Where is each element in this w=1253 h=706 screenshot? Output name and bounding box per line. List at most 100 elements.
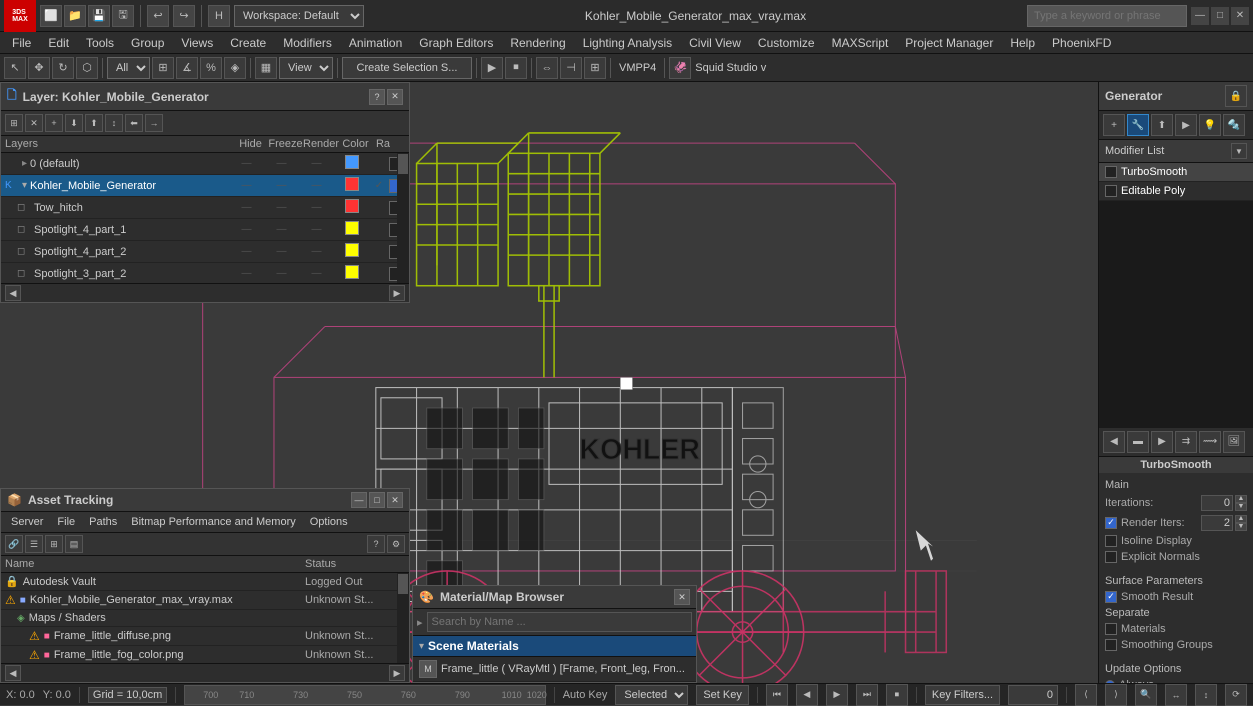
asset-scrollbar[interactable] <box>397 573 409 663</box>
asset-minimize-btn[interactable]: — <box>351 492 367 508</box>
snap-toggle[interactable]: ⊞ <box>152 57 174 79</box>
material-close-btn[interactable]: ✕ <box>674 589 690 605</box>
render-iters-up-btn[interactable]: ▲ <box>1235 515 1247 523</box>
maximize-btn[interactable]: □ <box>1211 7 1229 25</box>
layer-scroll-left[interactable]: ◀ <box>5 285 21 301</box>
menu-civil-view[interactable]: Civil View <box>681 34 749 52</box>
set-key-btn[interactable]: Set Key <box>696 685 749 705</box>
menu-lighting[interactable]: Lighting Analysis <box>575 34 680 52</box>
rp-tab-create[interactable]: + <box>1103 114 1125 136</box>
view-dropdown[interactable]: View <box>279 57 333 79</box>
menu-modifiers[interactable]: Modifiers <box>275 34 340 52</box>
render-iters-input[interactable] <box>1201 515 1233 531</box>
undo-btn[interactable]: ↩ <box>147 5 169 27</box>
stop-anim-btn[interactable]: ⏹ <box>505 57 527 79</box>
isoline-checkbox[interactable] <box>1105 535 1117 547</box>
menu-group[interactable]: Group <box>123 34 172 52</box>
percent-snap[interactable]: % <box>200 57 222 79</box>
timeline[interactable]: 700 710 730 750 760 790 1010 1020 <box>184 685 545 705</box>
asset-scrollbar-thumb[interactable] <box>398 574 408 594</box>
modifier-item-editablepoly[interactable]: Editable Poly <box>1099 182 1253 201</box>
layer-scroll-right[interactable]: ▶ <box>389 285 405 301</box>
asset-tb-3[interactable]: ⊞ <box>45 535 63 553</box>
move-tool[interactable]: ✥ <box>28 57 50 79</box>
menu-tools[interactable]: Tools <box>78 34 122 52</box>
angle-snap[interactable]: ∡ <box>176 57 198 79</box>
asset-row-kohler-file[interactable]: ⚠ ■ Kohler_Mobile_Generator_max_vray.max… <box>1 591 409 610</box>
asset-menu-server[interactable]: Server <box>5 514 49 530</box>
rp-mod-icon-2[interactable]: ▬ <box>1127 431 1149 453</box>
menu-phoenixfd[interactable]: PhoenixFD <box>1044 34 1119 52</box>
rp-mod-icon-3[interactable]: ▶ <box>1151 431 1173 453</box>
asset-tb-6[interactable]: ⚙ <box>387 535 405 553</box>
open-btn[interactable]: 📁 <box>64 5 86 27</box>
layer-tool-5[interactable]: ⬆ <box>85 114 103 132</box>
materials-checkbox[interactable] <box>1105 623 1117 635</box>
layer-row-default[interactable]: ▸ 0 (default) — — — <box>1 153 409 175</box>
minimize-btn[interactable]: — <box>1191 7 1209 25</box>
filter-dropdown[interactable]: All <box>107 57 150 79</box>
rp-tab-modify[interactable]: 🔧 <box>1127 114 1149 136</box>
search-input[interactable] <box>1027 5 1187 27</box>
menu-graph-editors[interactable]: Graph Editors <box>411 34 501 52</box>
asset-maximize-btn[interactable]: □ <box>369 492 385 508</box>
rp-tab-display[interactable]: 💡 <box>1199 114 1221 136</box>
menu-file[interactable]: File <box>4 34 39 52</box>
render-iters-checkbox[interactable]: ✓ <box>1105 517 1117 529</box>
asset-tb-5[interactable]: ? <box>367 535 385 553</box>
asset-menu-paths[interactable]: Paths <box>83 514 123 530</box>
asset-row-diffuse[interactable]: ⚠ ■ Frame_little_diffuse.png Unknown St.… <box>1 627 409 646</box>
asset-tb-4[interactable]: ▤ <box>65 535 83 553</box>
rp-mod-icon-4[interactable]: ⇉ <box>1175 431 1197 453</box>
nav-icon-5[interactable]: ↕ <box>1195 684 1217 706</box>
spinner-snap[interactable]: ◈ <box>224 57 246 79</box>
iterations-up-btn[interactable]: ▲ <box>1235 495 1247 503</box>
asset-close-btn[interactable]: ✕ <box>387 492 403 508</box>
play-rev-btn[interactable]: ◀ <box>796 684 818 706</box>
menu-views[interactable]: Views <box>173 34 221 52</box>
layer-row-kohler[interactable]: K ▾ Kohler_Mobile_Generator — — — ✓ <box>1 175 409 197</box>
layer-tool-1[interactable]: ⊞ <box>5 114 23 132</box>
key-filters-btn[interactable]: Key Filters... <box>925 685 1000 705</box>
menu-project-manager[interactable]: Project Manager <box>897 34 1001 52</box>
asset-tb-2[interactable]: ☰ <box>25 535 43 553</box>
layer-tool-6[interactable]: ↕ <box>105 114 123 132</box>
redo-btn[interactable]: ↪ <box>173 5 195 27</box>
nav-icon-4[interactable]: ↔ <box>1165 684 1187 706</box>
asset-menu-options[interactable]: Options <box>304 514 354 530</box>
select-tool[interactable]: ↖ <box>4 57 26 79</box>
layer-tool-2[interactable]: ✕ <box>25 114 43 132</box>
workspace-dropdown[interactable]: Workspace: Default <box>234 5 364 27</box>
nav-icon-3[interactable]: 🔍 <box>1135 684 1157 706</box>
always-radio[interactable] <box>1105 680 1115 684</box>
layer-row-spotlight4p2[interactable]: ◻ Spotlight_4_part_2 — — — <box>1 241 409 263</box>
smoothing-groups-checkbox[interactable] <box>1105 639 1117 651</box>
create-selection-btn[interactable]: Create Selection S... <box>342 57 472 79</box>
menu-rendering[interactable]: Rendering <box>502 34 573 52</box>
smooth-result-checkbox[interactable]: ✓ <box>1105 591 1117 603</box>
layer-tool-7[interactable]: ⬅ <box>125 114 143 132</box>
menu-animation[interactable]: Animation <box>341 34 410 52</box>
asset-tb-1[interactable]: 🔗 <box>5 535 23 553</box>
menu-help[interactable]: Help <box>1002 34 1043 52</box>
material-search-input[interactable] <box>427 612 692 632</box>
menu-edit[interactable]: Edit <box>40 34 77 52</box>
rp-lock-icon[interactable]: 🔒 <box>1225 85 1247 107</box>
asset-row-maps[interactable]: ◈ Maps / Shaders <box>1 610 409 627</box>
modifier-list-dropdown-btn[interactable]: ▼ <box>1231 143 1247 159</box>
layers-scrollbar-thumb[interactable] <box>398 154 408 174</box>
rp-mod-icon-5[interactable]: ⟿ <box>1199 431 1221 453</box>
rp-tab-hierarchy[interactable]: ⬆ <box>1151 114 1173 136</box>
modifier-checkbox-turbosmooth[interactable] <box>1105 166 1117 178</box>
nav-icon-1[interactable]: ⟨ <box>1075 684 1097 706</box>
rp-tab-utilities[interactable]: 🔩 <box>1223 114 1245 136</box>
layer-row-tow-hitch[interactable]: ◻ Tow_hitch — — — <box>1 197 409 219</box>
render-iters-down-btn[interactable]: ▼ <box>1235 523 1247 531</box>
scale-tool[interactable]: ⬡ <box>76 57 98 79</box>
squid-btn[interactable]: 🦑 <box>669 57 691 79</box>
nav-icon-orbit[interactable]: ⟳ <box>1225 684 1247 706</box>
menu-maxscript[interactable]: MAXScript <box>824 34 897 52</box>
asset-menu-file[interactable]: File <box>51 514 81 530</box>
layer-tool-4[interactable]: ⬇ <box>65 114 83 132</box>
rp-mod-icon-1[interactable]: ◀ <box>1103 431 1125 453</box>
